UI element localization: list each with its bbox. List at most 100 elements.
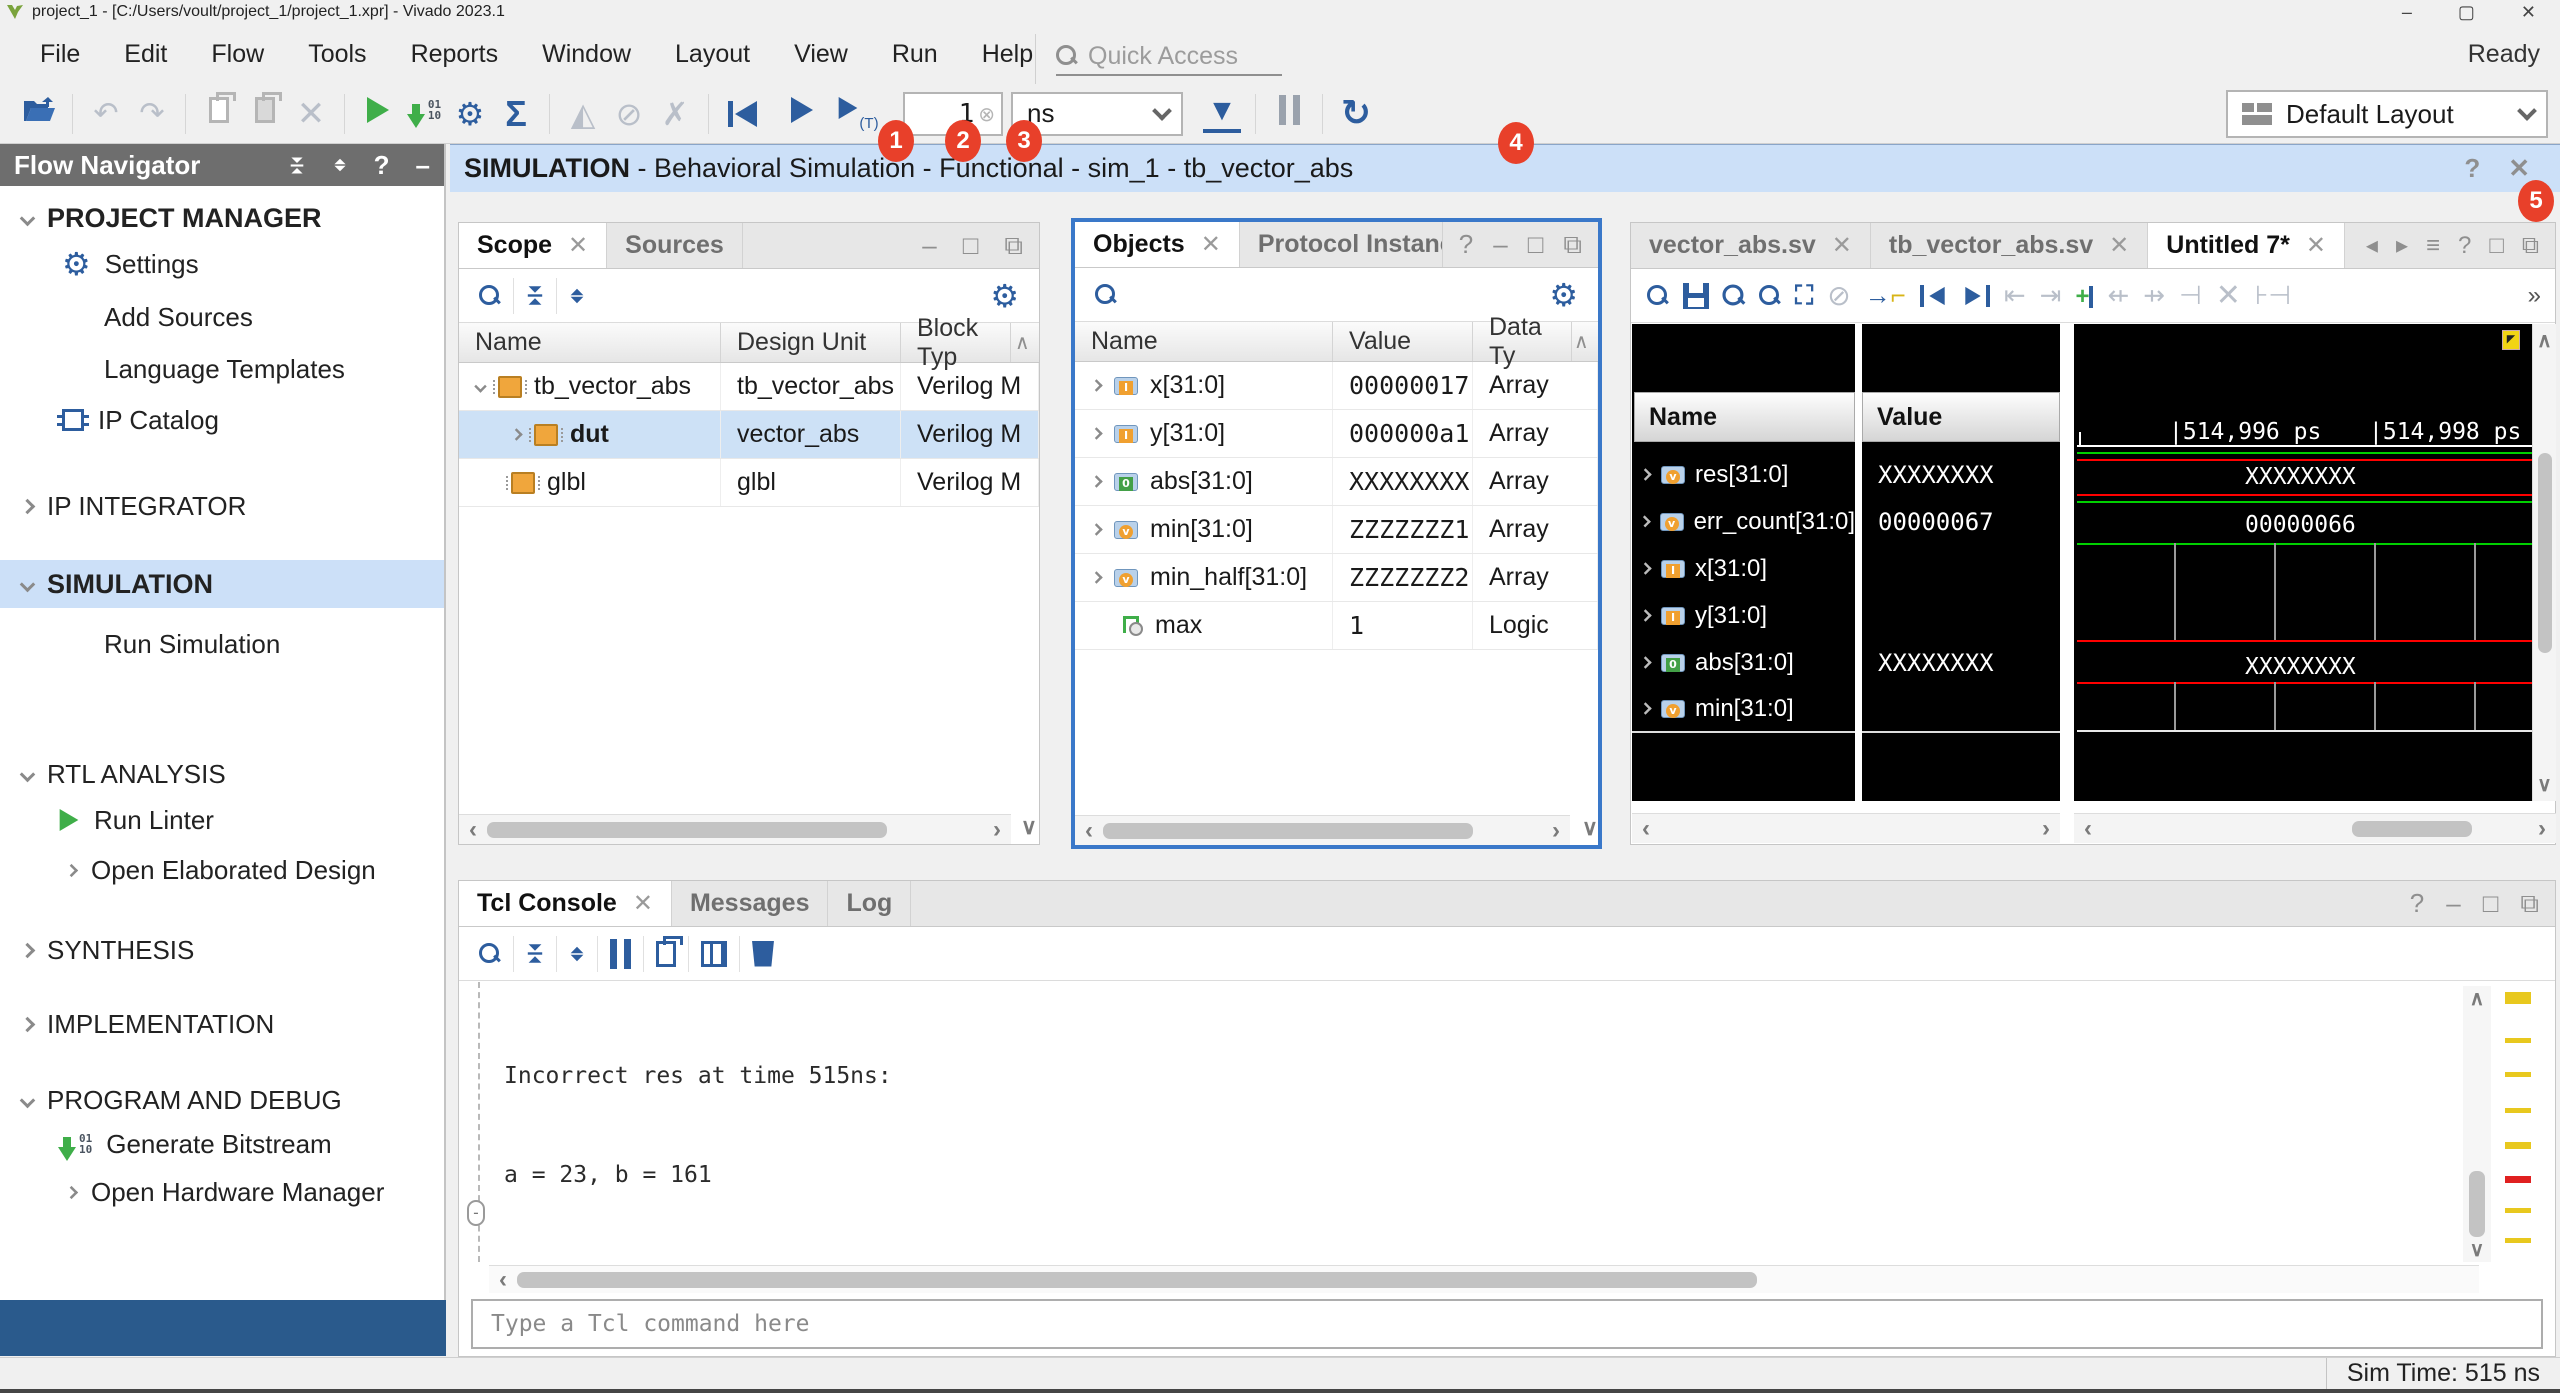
help-icon[interactable]: ?	[2458, 232, 2471, 260]
zoom-in-icon[interactable]	[1722, 284, 1745, 307]
sidebar-item-ip-catalog[interactable]: IP Catalog	[62, 402, 219, 438]
search-icon[interactable]	[479, 285, 501, 307]
console-hscrollbar[interactable]: ‹	[489, 1265, 2479, 1293]
wave-hscrollbar[interactable]: ‹ ›	[2074, 813, 2556, 843]
undo-icon[interactable]: ↶	[83, 96, 129, 131]
layout-select[interactable]: Default Layout	[2226, 90, 2548, 138]
chevron-right-icon[interactable]	[1090, 427, 1102, 439]
clear-console-icon[interactable]	[752, 941, 774, 967]
maximize-panel-icon[interactable]: □	[1528, 229, 1544, 260]
wave-signal-row[interactable]: 0abs[31:0]	[1632, 639, 1855, 686]
pause-output-icon[interactable]	[610, 939, 631, 969]
scrollbar-up-icon[interactable]: ∧	[1011, 323, 1039, 362]
zoom-out-icon[interactable]	[1759, 285, 1781, 307]
scrollbar-up-icon[interactable]: ∧	[1572, 322, 1598, 361]
objects-row[interactable]: max 1 Logic	[1075, 602, 1598, 650]
warning-marker[interactable]	[2505, 1072, 2531, 1077]
minimize-panel-icon[interactable]: –	[2446, 888, 2460, 919]
scope-row-tb-vector-abs[interactable]: tb_vector_abs tb_vector_abs Verilog M	[459, 363, 1039, 411]
chevron-right-icon[interactable]	[1090, 379, 1102, 391]
save-icon[interactable]	[1683, 283, 1709, 309]
toggle-columns-icon[interactable]	[701, 941, 727, 967]
objects-row[interactable]: 0abs[31:0] XXXXXXXX Array	[1075, 458, 1598, 506]
collapse-all-icon[interactable]	[528, 944, 542, 962]
column-splitter[interactable]	[1855, 324, 1862, 801]
chevron-right-icon[interactable]	[1639, 656, 1651, 668]
wave-plot[interactable]: ◤ |514,996 ps |514,998 ps XXXXXXXX 00000…	[2077, 324, 2532, 801]
warning-marker[interactable]	[2505, 1142, 2531, 1149]
scroll-down-icon[interactable]: ∨	[1021, 814, 1037, 840]
clear-time-icon[interactable]: ⊗	[978, 102, 995, 126]
warning-marker[interactable]	[2505, 1108, 2531, 1113]
column-splitter[interactable]	[2060, 324, 2074, 801]
sidebar-section-rtl-analysis[interactable]: RTL ANALYSIS	[22, 756, 226, 792]
objects-row[interactable]: vmin_half[31:0] ZZZZZZZ2 Array	[1075, 554, 1598, 602]
menu-edit[interactable]: Edit	[102, 32, 189, 77]
collapse-all-icon[interactable]	[528, 286, 542, 304]
collapse-block-icon[interactable]: -	[467, 1200, 485, 1226]
sidebar-item-run-linter[interactable]: Run Linter	[58, 802, 214, 838]
sidebar-item-open-hardware-manager[interactable]: Open Hardware Manager	[66, 1174, 384, 1210]
float-panel-icon[interactable]: ⧉	[1563, 229, 1582, 261]
scope-hscrollbar[interactable]: ‹ ›	[459, 814, 1011, 844]
scroll-up-icon[interactable]: ∧	[2463, 986, 2491, 1011]
chevron-right-icon[interactable]	[1090, 475, 1102, 487]
panel-settings-icon[interactable]: ⚙	[1549, 279, 1578, 311]
minimize-panel-icon[interactable]: –	[416, 150, 430, 181]
scroll-down-icon[interactable]: ∨	[2463, 1237, 2491, 1262]
close-tab-icon[interactable]: ✕	[568, 231, 588, 260]
sidebar-item-add-sources[interactable]: Add Sources	[104, 299, 253, 335]
chevron-right-icon[interactable]	[1639, 468, 1651, 480]
maximize-button[interactable]: ▢	[2458, 2, 2475, 23]
zoom-fit-icon[interactable]: ⛶	[1795, 280, 1813, 312]
menu-view[interactable]: View	[772, 32, 870, 77]
warning-marker[interactable]	[2505, 1238, 2531, 1243]
tab-scroll-right-icon[interactable]: ▸	[2396, 231, 2408, 260]
sidebar-section-implementation[interactable]: IMPLEMENTATION	[22, 1006, 274, 1042]
scroll-down-icon[interactable]: ∨	[2533, 772, 2556, 797]
sim-run-all-icon[interactable]	[779, 97, 825, 131]
tab-vector-abs-sv[interactable]: vector_abs.sv✕	[1631, 223, 1871, 268]
objects-row[interactable]: Ix[31:0] 00000017 Array	[1075, 362, 1598, 410]
search-icon[interactable]	[1095, 284, 1117, 306]
sim-restart-icon[interactable]	[719, 101, 765, 127]
objects-hscrollbar[interactable]: ‹ ›	[1075, 815, 1570, 845]
quick-access-search[interactable]: Quick Access	[1056, 38, 1282, 76]
scroll-left-icon[interactable]: ‹	[459, 816, 487, 844]
help-icon[interactable]: ?	[2410, 888, 2424, 919]
menu-help[interactable]: Help	[960, 32, 1055, 77]
scroll-right-icon[interactable]: ›	[1542, 817, 1570, 845]
pause-icon[interactable]	[1266, 95, 1312, 133]
wave-signal-row[interactable]: verr_count[31:0]	[1632, 498, 1855, 545]
console-log[interactable]: - Incorrect res at time 515ns: a = 23, b…	[460, 982, 2490, 1262]
chevron-right-icon[interactable]	[1090, 571, 1102, 583]
scroll-right-icon[interactable]: ›	[2032, 815, 2060, 843]
chevron-down-icon[interactable]	[474, 380, 486, 392]
copy-icon[interactable]	[196, 97, 242, 131]
settings-gear-icon[interactable]: ⚙	[447, 98, 493, 130]
add-marker-icon[interactable]: +	[2075, 280, 2093, 311]
wave-names-hscrollbar[interactable]: ‹ ›	[1632, 813, 2060, 843]
menu-tools[interactable]: Tools	[286, 32, 388, 77]
menu-window[interactable]: Window	[520, 32, 653, 77]
help-icon[interactable]: ?	[374, 150, 390, 181]
scroll-right-icon[interactable]: ›	[2528, 815, 2556, 843]
menu-flow[interactable]: Flow	[189, 32, 286, 77]
search-icon[interactable]	[479, 943, 501, 965]
chevron-right-icon[interactable]	[1639, 609, 1651, 621]
warning-marker[interactable]	[2505, 1208, 2531, 1213]
sidebar-item-open-elaborated-design[interactable]: Open Elaborated Design	[66, 852, 376, 888]
sidebar-section-simulation[interactable]: SIMULATION	[22, 566, 213, 602]
close-tab-icon[interactable]: ✕	[633, 889, 653, 918]
relaunch-icon[interactable]: ↻	[1333, 93, 1379, 134]
wave-signal-row[interactable]: vres[31:0]	[1632, 451, 1855, 498]
tab-list-icon[interactable]: ≡	[2426, 232, 2440, 260]
menu-reports[interactable]: Reports	[389, 32, 521, 77]
help-icon[interactable]: ?	[1459, 229, 1473, 260]
wave-signal-row[interactable]: Iy[31:0]	[1632, 592, 1855, 639]
redo-icon[interactable]: ↷	[129, 96, 175, 131]
close-simulation-icon[interactable]: ✕	[2508, 153, 2530, 184]
tab-messages[interactable]: Messages	[672, 881, 829, 926]
generate-bitstream-icon[interactable]: 0110	[401, 92, 447, 136]
tab-tcl-console[interactable]: Tcl Console✕	[459, 881, 672, 926]
